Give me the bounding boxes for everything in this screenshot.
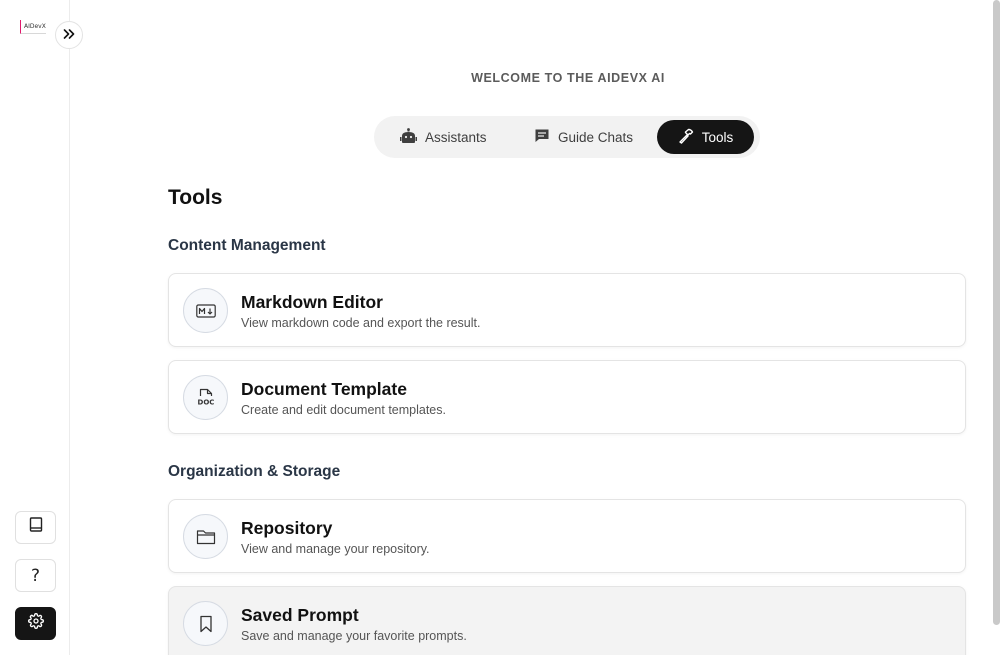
tool-card-repository[interactable]: Repository View and manage your reposito… — [168, 499, 966, 573]
tool-card-document-template[interactable]: DOC Document Template Create and edit do… — [168, 360, 966, 434]
scrollbar-thumb[interactable] — [993, 0, 1000, 625]
markdown-icon — [183, 288, 228, 333]
book-icon — [29, 517, 43, 538]
card-description: View markdown code and export the result… — [241, 316, 481, 330]
app-logo[interactable]: AIDevX — [20, 20, 46, 34]
tab-assistants-label: Assistants — [425, 129, 487, 145]
settings-button[interactable] — [15, 607, 56, 640]
doc-file-icon: DOC — [183, 375, 228, 420]
hammer-icon — [678, 128, 702, 147]
folder-icon — [183, 514, 228, 559]
gear-icon — [27, 613, 44, 634]
card-title: Saved Prompt — [241, 605, 359, 625]
tab-tools-label: Tools — [701, 129, 734, 145]
chat-icon — [534, 128, 558, 146]
tab-bar: Assistants Guide Chats Tools — [374, 116, 760, 158]
tool-card-saved-prompt[interactable]: Saved Prompt Save and manage your favori… — [168, 586, 966, 655]
bookmark-icon — [183, 601, 228, 646]
card-description: Create and edit document templates. — [241, 403, 446, 417]
sidebar: AIDevX ? — [0, 0, 70, 655]
welcome-heading: WELCOME TO THE AIDEVX AI — [471, 71, 665, 85]
help-button[interactable]: ? — [15, 559, 56, 592]
svg-text:DOC: DOC — [197, 398, 214, 406]
page-scrollbar[interactable] — [991, 0, 1001, 655]
page-title: Tools — [168, 186, 223, 209]
double-chevron-right-icon — [63, 26, 75, 44]
tab-tools[interactable]: Tools — [657, 120, 754, 154]
card-title: Repository — [241, 518, 333, 538]
tab-assistants[interactable]: Assistants — [400, 120, 487, 154]
tab-guide-chats[interactable]: Guide Chats — [534, 120, 633, 154]
section-title-organization-storage: Organization & Storage — [168, 463, 341, 480]
card-description: Save and manage your favorite prompts. — [241, 629, 467, 643]
card-title: Markdown Editor — [241, 292, 383, 312]
help-icon: ? — [30, 565, 41, 586]
robot-icon — [400, 127, 425, 147]
tool-card-markdown-editor[interactable]: Markdown Editor View markdown code and e… — [168, 273, 966, 347]
tab-guide-chats-label: Guide Chats — [558, 129, 634, 145]
docs-button[interactable] — [15, 511, 56, 544]
card-description: View and manage your repository. — [241, 542, 430, 556]
card-title: Document Template — [241, 379, 407, 399]
section-title-content-management: Content Management — [168, 237, 326, 254]
expand-sidebar-button[interactable] — [55, 21, 83, 49]
